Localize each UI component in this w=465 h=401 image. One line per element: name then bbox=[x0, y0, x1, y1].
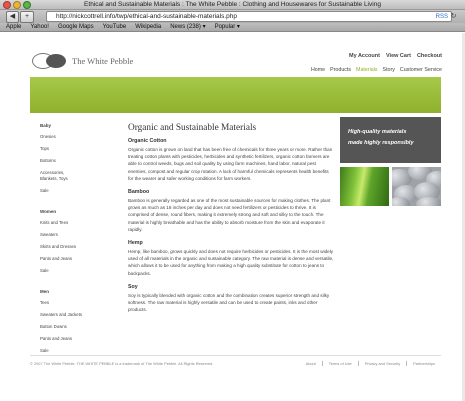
main-nav: Home Products Materials Story Customer S… bbox=[311, 67, 442, 73]
section-text: Organic cotton is grown on land that has… bbox=[128, 147, 333, 181]
browser-toolbar: ◀ + http://nickcottrell.info/twp/ethical… bbox=[0, 10, 465, 23]
section-heading: Hemp bbox=[128, 240, 143, 247]
sidebar-item[interactable]: Bottoms bbox=[40, 158, 102, 164]
sidebar-item[interactable]: Sweaters bbox=[40, 232, 102, 238]
bookmark-yahoo[interactable]: Yahoo! bbox=[30, 23, 49, 31]
page-title: Organic and Sustainable Materials bbox=[128, 123, 257, 133]
nav-story[interactable]: Story bbox=[383, 67, 395, 73]
sidebar-item[interactable]: Tees bbox=[40, 300, 102, 306]
bookmarks-bar: Apple Yahoo! Google Maps YouTube Wikiped… bbox=[0, 23, 465, 32]
account-links: My Account View Cart Checkout bbox=[349, 53, 442, 59]
bookmark-popular[interactable]: Popular ▾ bbox=[215, 23, 240, 31]
my-account-link[interactable]: My Account bbox=[349, 53, 380, 59]
bookmark-youtube[interactable]: YouTube bbox=[103, 23, 127, 31]
footer: © 2007 The White Pebble. THE WHITE PEBBL… bbox=[30, 355, 441, 366]
url-text: http://nickcottrell.info/twp/ethical-and… bbox=[56, 13, 238, 20]
main-content: Organic and Sustainable Materials Organi… bbox=[128, 123, 335, 320]
add-bookmark-button[interactable]: + bbox=[20, 11, 34, 23]
section-text: Hemp, like bamboo, grows quickly and doe… bbox=[128, 249, 334, 276]
copyright-text: © 2007 The White Pebble. THE WHITE PEBBL… bbox=[30, 361, 214, 366]
web-page: The White Pebble My Account View Cart Ch… bbox=[0, 33, 465, 401]
sidebar-item[interactable]: Onesies bbox=[40, 134, 102, 140]
sidebar-heading-women[interactable]: Women bbox=[40, 209, 102, 214]
checkout-link[interactable]: Checkout bbox=[417, 53, 442, 59]
bookmark-news[interactable]: News (238) ▾ bbox=[170, 23, 205, 31]
close-window-button[interactable] bbox=[3, 1, 11, 9]
promo-line-1: High-quality materials bbox=[348, 129, 407, 135]
footer-links: About Terms of Use Privacy and Security … bbox=[300, 361, 441, 366]
sidebar-item[interactable]: Knits and Tees bbox=[40, 220, 102, 226]
promo-line-2: made highly responsibly bbox=[348, 140, 414, 146]
window-titlebar: Ethical and Sustainable Materials : The … bbox=[0, 0, 465, 10]
sidebar-heading-men[interactable]: Men bbox=[40, 289, 102, 294]
category-sidebar: Baby Onesies Tops Bottoms Accessories, B… bbox=[40, 123, 102, 360]
sidebar-item[interactable]: Tops bbox=[40, 146, 102, 152]
sidebar-item[interactable]: Accessories, Blankets, Toys bbox=[40, 170, 74, 181]
nav-home[interactable]: Home bbox=[311, 67, 325, 73]
window-title: Ethical and Sustainable Materials : The … bbox=[84, 1, 381, 8]
logo-icon[interactable] bbox=[32, 53, 68, 69]
footer-partnerships-link[interactable]: Partnerships bbox=[406, 361, 441, 366]
section-text: Bamboo is generally regarded as one of t… bbox=[128, 198, 331, 232]
sidebar-item[interactable]: Pants and Jeans bbox=[40, 336, 102, 342]
footer-privacy-link[interactable]: Privacy and Security bbox=[357, 361, 406, 366]
rss-icon[interactable]: RSS bbox=[436, 13, 448, 21]
nav-materials[interactable]: Materials bbox=[356, 67, 378, 73]
sidebar-item[interactable]: Sweaters and Jackets bbox=[40, 312, 102, 318]
sidebar-item[interactable]: Sale bbox=[40, 348, 102, 354]
sidebar-item[interactable]: Sale bbox=[40, 268, 102, 274]
nav-customer-service[interactable]: Customer Service bbox=[400, 67, 442, 73]
section-heading: Organic Cotton bbox=[128, 138, 167, 144]
bookmark-wikipedia[interactable]: Wikipedia bbox=[135, 23, 161, 31]
footer-about-link[interactable]: About bbox=[300, 361, 322, 366]
section-text: Soy is typically blended with organic co… bbox=[128, 292, 330, 313]
back-button[interactable]: ◀ bbox=[6, 11, 19, 23]
address-bar[interactable]: http://nickcottrell.info/twp/ethical-and… bbox=[46, 11, 452, 22]
bookmark-google-maps[interactable]: Google Maps bbox=[58, 23, 94, 31]
pebbles-image bbox=[392, 167, 441, 206]
footer-terms-link[interactable]: Terms of Use bbox=[321, 361, 358, 366]
window-controls bbox=[3, 1, 31, 9]
header-band bbox=[30, 77, 441, 113]
sidebar-item[interactable]: Button Downs bbox=[40, 324, 102, 330]
section-heading: Soy bbox=[128, 283, 138, 290]
logo-text[interactable]: The White Pebble bbox=[72, 56, 133, 66]
sidebar-item[interactable]: Pants and Jeans bbox=[40, 256, 102, 262]
zoom-window-button[interactable] bbox=[23, 1, 31, 9]
bookmark-apple[interactable]: Apple bbox=[6, 23, 21, 31]
promo-box: High-quality materials made highly respo… bbox=[340, 117, 441, 163]
sidebar-item[interactable]: Skirts and Dresses bbox=[40, 244, 102, 250]
grass-image bbox=[340, 167, 389, 206]
section-heading: Bamboo bbox=[128, 189, 150, 196]
sidebar-item[interactable]: Sale bbox=[40, 188, 102, 194]
view-cart-link[interactable]: View Cart bbox=[386, 53, 411, 59]
nav-products[interactable]: Products bbox=[330, 67, 351, 73]
minimize-window-button[interactable] bbox=[13, 1, 21, 9]
sidebar-heading-baby[interactable]: Baby bbox=[40, 123, 102, 128]
reload-icon[interactable]: ↻ bbox=[449, 12, 458, 21]
